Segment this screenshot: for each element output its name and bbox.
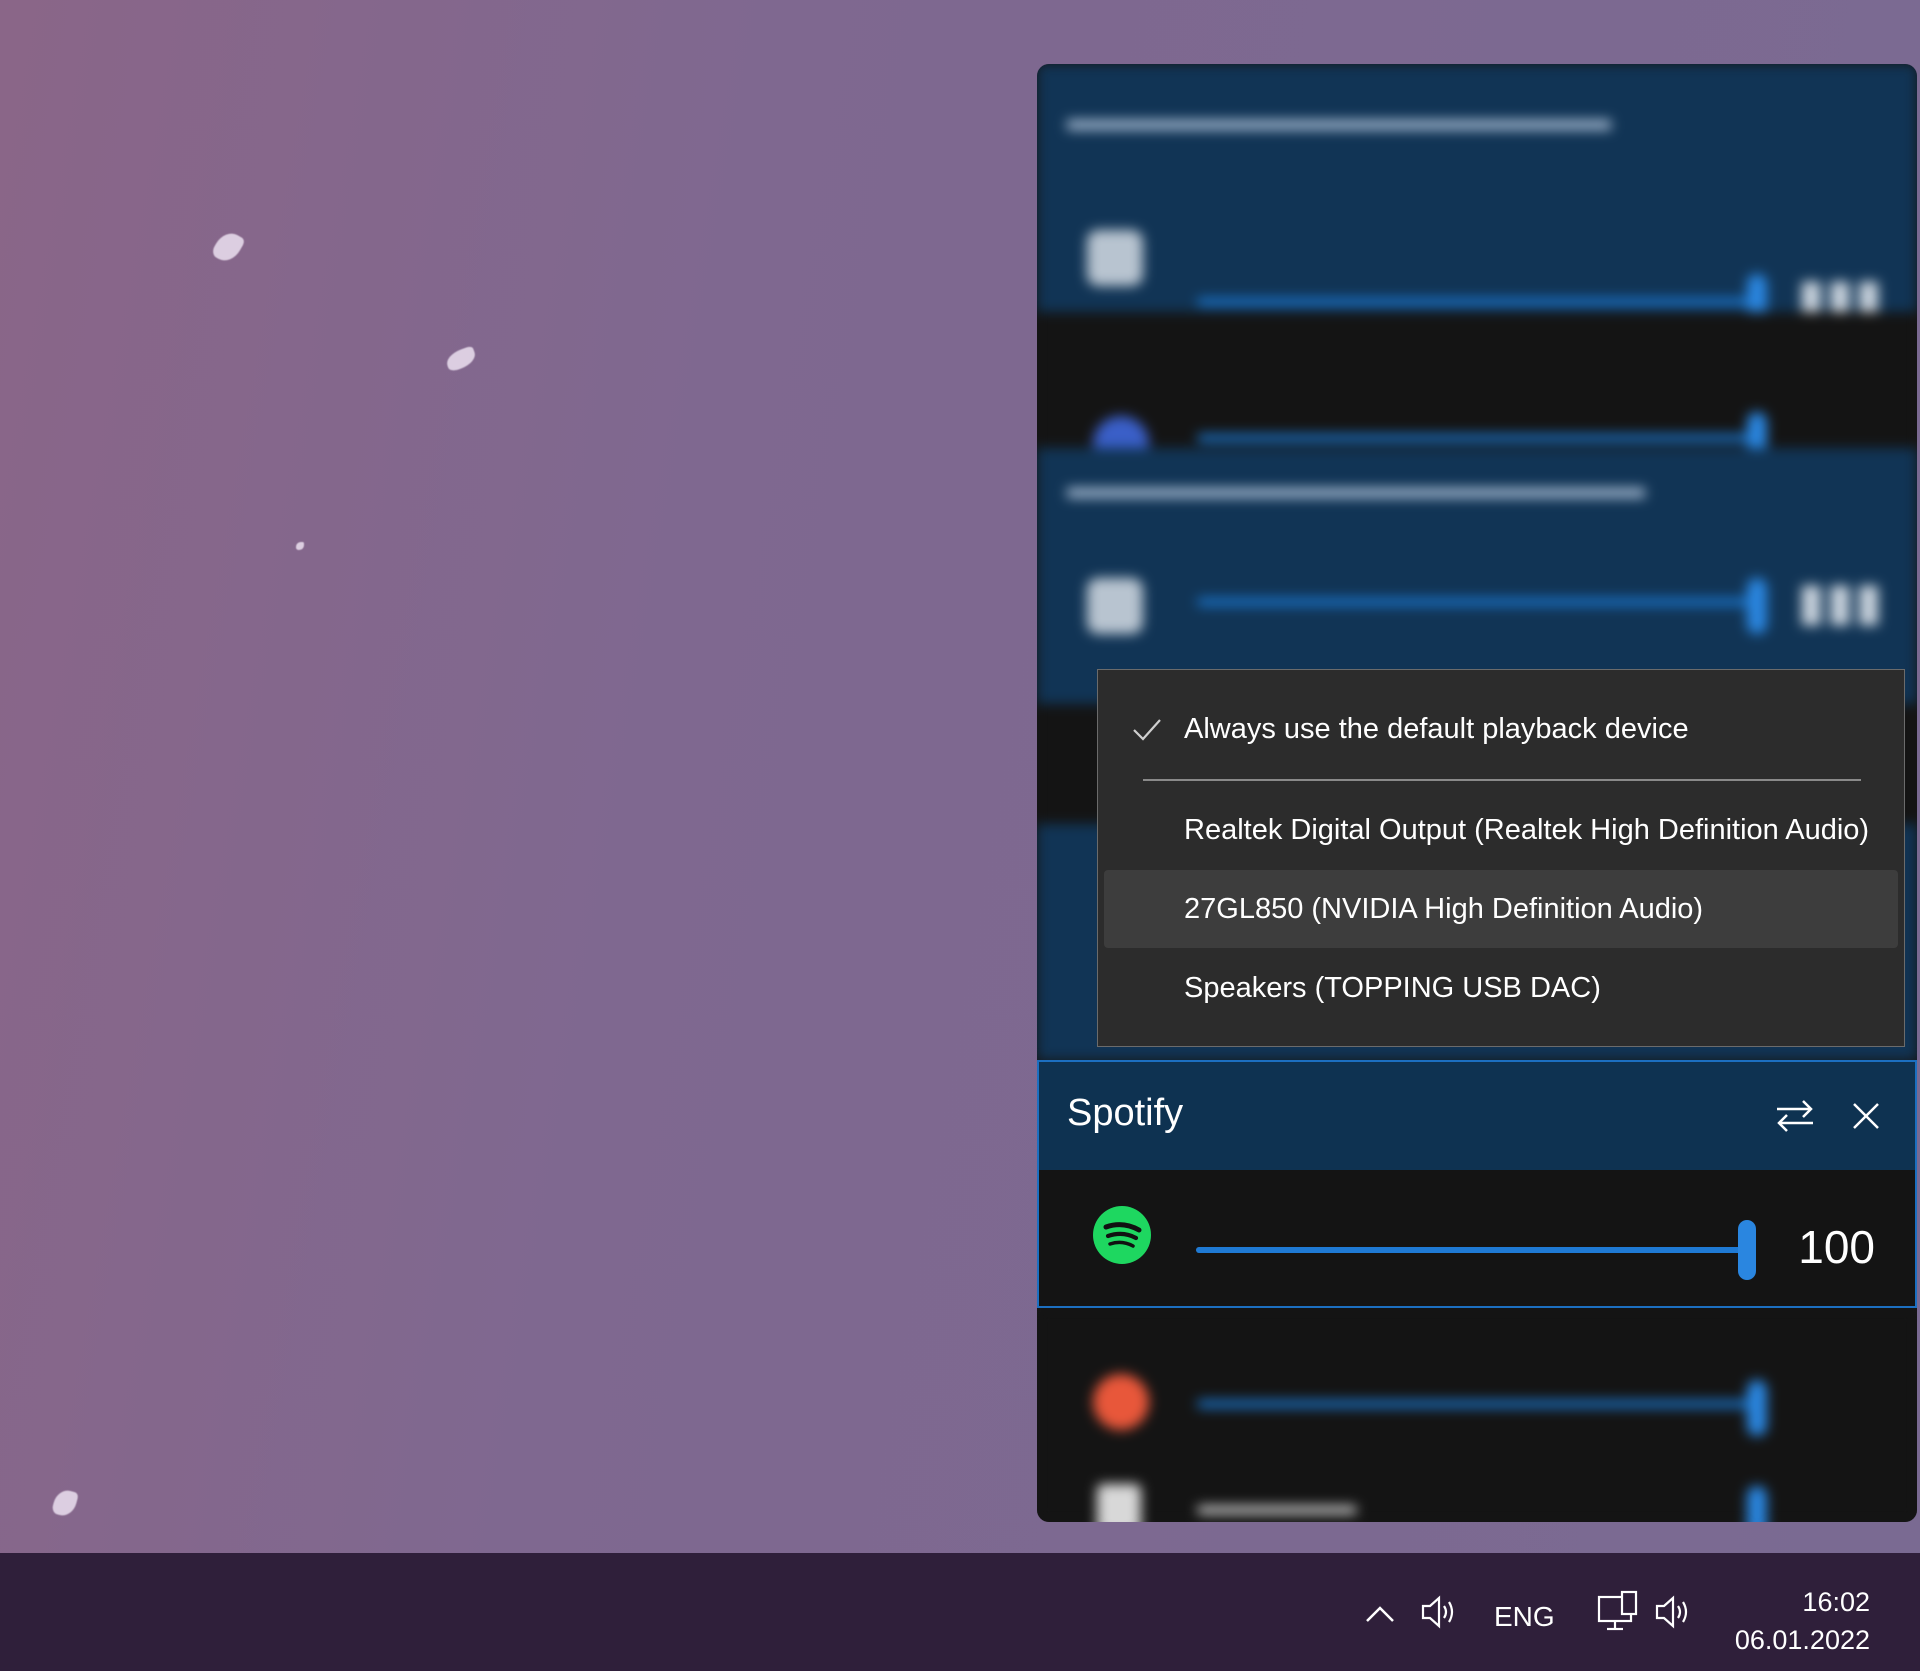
slider-thumb[interactable] (1747, 1486, 1767, 1522)
device-header[interactable]: ▬▬▬▬▬▬▬▬▬▬▬▬▬▬▬▬ (1037, 64, 1917, 184)
device-volume-row: ▮▮▮ (1037, 184, 1917, 330)
app-volume-row (1037, 1308, 1917, 1522)
app-volume-slider[interactable] (1197, 1400, 1757, 1408)
slider-thumb[interactable] (1747, 578, 1767, 634)
menu-item-realtek[interactable]: Realtek Digital Output (Realtek High Def… (1104, 791, 1898, 869)
menu-separator (1143, 779, 1861, 781)
volume-value: 100 (1798, 1221, 1875, 1273)
menu-item-27gl850[interactable]: 27GL850 (NVIDIA High Definition Audio) (1104, 870, 1898, 948)
clock-time: 16:02 (1802, 1587, 1870, 1617)
spotify-session: Spotify 100 (1037, 1060, 1917, 1308)
session-title: Spotify (1067, 1092, 1184, 1134)
menu-item-topping[interactable]: Speakers (TOPPING USB DAC) (1104, 949, 1898, 1027)
speaker-icon[interactable] (1418, 1591, 1460, 1633)
firefox-icon (1093, 1374, 1149, 1430)
menu-item-label: Speakers (TOPPING USB DAC) (1184, 972, 1601, 1004)
spotify-icon (1093, 1206, 1151, 1264)
slider-thumb[interactable] (1747, 1380, 1767, 1436)
menu-item-label: Realtek Digital Output (Realtek High Def… (1184, 814, 1870, 846)
wallpaper-petal (210, 228, 246, 266)
language-indicator[interactable]: ENG (1494, 1601, 1555, 1633)
app-icon (1097, 1484, 1141, 1522)
close-button[interactable] (1840, 1090, 1892, 1142)
network-icon[interactable] (1596, 1589, 1640, 1633)
chevron-up-icon[interactable] (1363, 1599, 1397, 1629)
playback-device-menu: Always use the default playback device R… (1097, 669, 1905, 1047)
device-volume-slider[interactable] (1197, 598, 1757, 606)
device-title-obscured: ▬▬▬▬▬▬▬▬▬▬▬▬▬▬▬▬▬ (1067, 468, 1645, 506)
switch-device-icon (1777, 1100, 1813, 1132)
checkmark-icon (1133, 719, 1161, 741)
app-volume-slider[interactable] (1197, 434, 1757, 442)
menu-item-label: Always use the default playback device (1184, 713, 1689, 745)
device-title-obscured: ▬▬▬▬▬▬▬▬▬▬▬▬▬▬▬▬ (1067, 100, 1611, 138)
app-volume-row (1037, 312, 1917, 472)
speaker-icon[interactable] (1652, 1591, 1694, 1633)
wallpaper-petal (443, 345, 479, 373)
slider-fill (1196, 1247, 1747, 1253)
speaker-icon (1087, 230, 1143, 286)
taskbar: ENG 16:02 06.01.2022 (0, 1553, 1920, 1671)
device-header[interactable]: ▬▬▬▬▬▬▬▬▬▬▬▬▬▬▬▬▬ (1037, 448, 1917, 568)
device-volume-value-obscured: ▮▮▮ (1797, 573, 1883, 631)
spotify-volume-slider[interactable] (1196, 1220, 1756, 1280)
menu-item-label: 27GL850 (NVIDIA High Definition Audio) (1184, 893, 1704, 925)
switch-device-button[interactable] (1769, 1090, 1821, 1142)
slider-thumb[interactable] (1738, 1220, 1756, 1280)
menu-item-default-device[interactable]: Always use the default playback device (1104, 690, 1898, 768)
wallpaper-petal (296, 542, 304, 550)
close-icon (1853, 1103, 1879, 1129)
session-header: Spotify (1039, 1062, 1915, 1170)
app-volume-slider[interactable] (1197, 1506, 1357, 1514)
wallpaper-petal (51, 1487, 79, 1519)
clock[interactable]: 16:02 06.01.2022 (1700, 1583, 1870, 1659)
speaker-icon (1087, 578, 1143, 634)
device-volume-slider[interactable] (1197, 298, 1757, 306)
clock-date: 06.01.2022 (1734, 1625, 1870, 1655)
